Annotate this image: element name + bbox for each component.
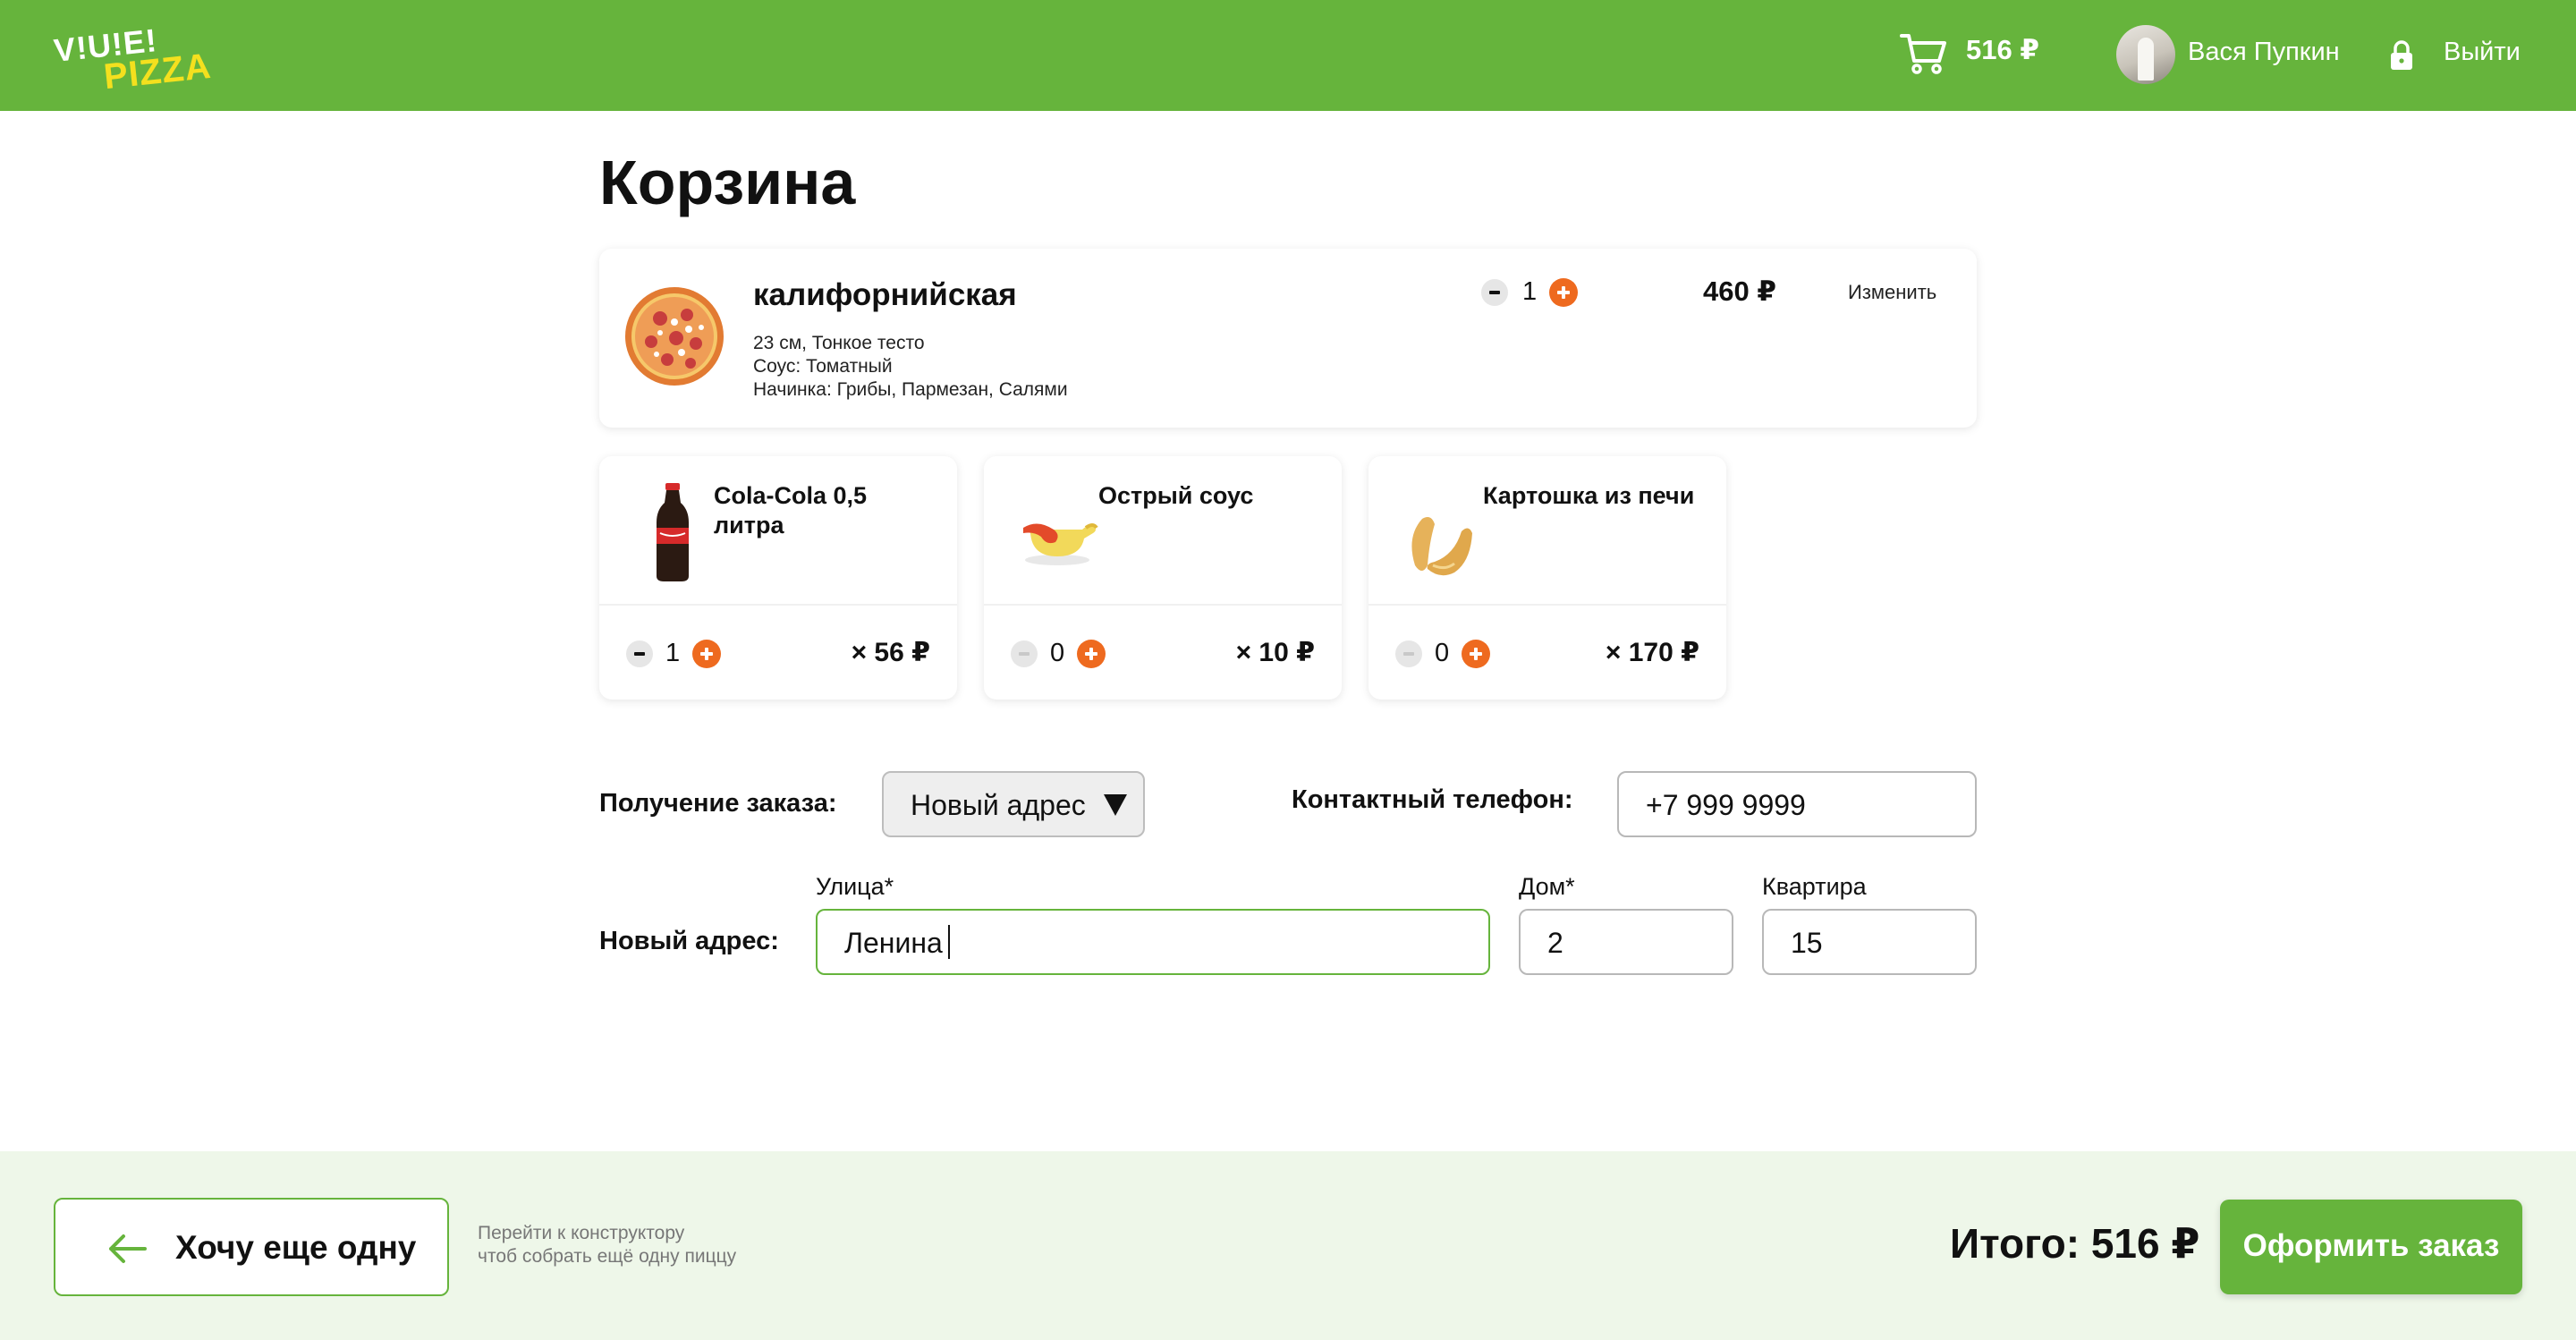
extra-price: × 56 ₽ [851,638,930,667]
logout-link[interactable]: Выйти [2444,38,2521,67]
divider [984,604,1342,606]
extra-price: × 170 ₽ [1605,638,1699,667]
extra-item-sauce: Острый соус 0 × 10 ₽ [984,456,1342,700]
street-input-value: Ленина [844,927,943,959]
delivery-select[interactable]: Новый адрес [882,771,1145,837]
pizza-filling: Начинка: Грибы, Пармезан, Салями [753,379,1068,400]
constructor-hint: Перейти к конструктору [478,1223,685,1243]
street-label: Улица* [816,873,894,900]
pizza-quantity: 1 [1522,277,1538,306]
footer: Хочу еще одну Перейти к конструктору что… [0,1151,2576,1340]
dropdown-arrow-icon [1104,794,1127,816]
add-another-pizza-button[interactable]: Хочу еще одну [54,1198,449,1296]
extra-item-potato: Картошка из печи 0 × 170 ₽ [1368,456,1726,700]
plus-icon[interactable] [1549,278,1578,307]
cola-bottle-image [657,483,689,581]
cart-sum[interactable]: 516 ₽ [1966,34,2039,66]
minus-icon[interactable] [1395,640,1422,667]
divider [599,604,957,606]
pizza-sauce: Соус: Томатный [753,356,893,377]
potato-wedges-image [1411,517,1472,576]
place-order-button[interactable]: Оформить заказ [2220,1200,2522,1294]
apartment-input-value: 15 [1791,927,1823,959]
cart-icon[interactable] [1900,30,1946,75]
logo[interactable]: V!U!E! PIZZA [52,21,213,97]
arrow-left-icon [109,1234,147,1263]
pizza-image [625,287,724,386]
page-title: Корзина [599,148,856,217]
divider [1368,604,1726,606]
cart-item-pizza: калифорнийская 23 см, Тонкое тесто Соус:… [599,249,1977,428]
apartment-label: Квартира [1762,873,1867,900]
minus-icon[interactable] [1481,279,1508,306]
minus-icon[interactable] [1011,640,1038,667]
address-label: Новый адрес: [599,927,779,955]
plus-icon[interactable] [1077,640,1106,668]
phone-input[interactable]: +7 999 9999 [1617,771,1977,837]
delivery-label: Получение заказа: [599,789,837,818]
user-name[interactable]: Вася Пупкин [2188,38,2340,67]
pizza-price: 460 ₽ [1703,276,1776,307]
extra-name: Cola-Cola 0,5 литра [714,482,868,539]
phone-label: Контактный телефон: [1292,785,1573,814]
house-label: Дом* [1519,873,1575,900]
order-total: Итого: 516 ₽ [1950,1220,2200,1267]
edit-pizza-button[interactable]: Изменить [1848,281,1936,304]
apartment-input[interactable]: 15 [1762,909,1977,975]
text-caret [948,925,950,959]
house-input[interactable]: 2 [1519,909,1733,975]
phone-input-value: +7 999 9999 [1646,789,1806,821]
pizza-name: калифорнийская [753,277,1017,312]
pizza-size-dough: 23 см, Тонкое тесто [753,333,925,353]
extra-item-cola: Cola-Cola 0,5 литра 1 × 56 ₽ [599,456,957,700]
place-order-label: Оформить заказ [2242,1228,2500,1263]
extra-name: Острый соус [1098,482,1254,509]
lock-icon [2391,40,2412,70]
extra-price: × 10 ₽ [1235,638,1315,667]
delivery-select-value: Новый адрес [911,789,1086,821]
add-another-pizza-label: Хочу еще одну [175,1229,417,1266]
minus-icon[interactable] [626,640,653,667]
extra-quantity: 1 [665,639,681,667]
extra-quantity: 0 [1435,639,1450,667]
street-input[interactable]: Ленина [816,909,1490,975]
sauce-boat-image [1023,523,1098,565]
plus-icon[interactable] [1462,640,1490,668]
extra-quantity: 0 [1050,639,1065,667]
plus-icon[interactable] [692,640,721,668]
avatar[interactable] [2116,25,2175,84]
house-input-value: 2 [1547,927,1563,959]
header: V!U!E! PIZZA 516 ₽ Вася Пупкин Выйти [0,0,2576,111]
extra-name: Картошка из печи [1483,482,1695,509]
constructor-hint: чтоб собрать ещё одну пиццу [478,1246,737,1267]
